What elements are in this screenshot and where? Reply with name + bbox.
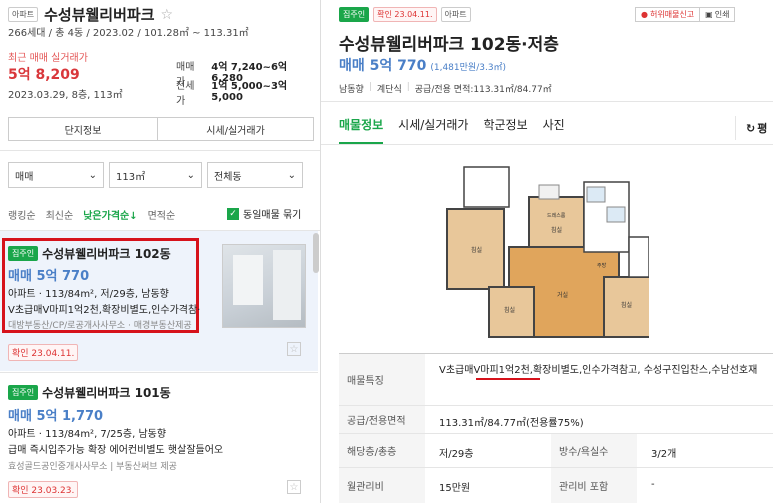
listing-price: 매매 5억 1,770 (8, 409, 104, 424)
owner-tag: 집주인 (8, 385, 39, 400)
price-history-button[interactable]: 시세/실거래가 (157, 117, 314, 141)
room-label: 드레스룸 (547, 212, 566, 219)
listing-agency: 대방부동산/CP/로공개사사무소 · 매경부동산제공 (8, 321, 192, 331)
sort-ranking[interactable]: 랭킹순 (8, 207, 36, 222)
listing-thumbnail[interactable] (222, 244, 306, 328)
room-label: 주방 (597, 262, 607, 269)
listing-title: 수성뷰웰리버파크 101동 (42, 386, 171, 400)
row-label: 관리비 포함 (551, 468, 637, 503)
owner-tag: 집주인 (339, 7, 370, 22)
area-info: 공급/전용 면적:113.31㎡/84.77㎡ (414, 85, 552, 95)
complex-info-button[interactable]: 단지정보 (8, 117, 158, 141)
chevron-down-icon: ⌄ (88, 169, 97, 181)
trade-type-select[interactable]: 매매 ⌄ (8, 162, 104, 188)
confirm-date: 확인 23.03.23. (8, 481, 79, 498)
tab-price-history[interactable]: 시세/실거래가 (398, 116, 468, 133)
row-value: 3/2개 (651, 449, 677, 460)
refresh-label[interactable]: 평 (757, 120, 767, 136)
listing-info: 아파트 · 113/84m², 7/25층, 남동향 (8, 429, 167, 440)
list-item[interactable]: 집주인 수성뷰웰리버파크 101동 매매 5억 1,770 아파트 · 113/… (0, 372, 318, 503)
direction: 남동향 (339, 85, 364, 95)
lease-range: 1억 5,000~3억 5,000 (211, 81, 288, 103)
complex-info: 266세대 / 총 4동 / 2023.02 / 101.28㎡ ~ 113.3… (8, 28, 249, 39)
info-row-fee: 월관리비 15만원 관리비 포함 - (339, 468, 773, 503)
listing-panel: 아파트 수성뷰웰리버파크 ☆ 266세대 / 총 4동 / 2023.02 / … (0, 0, 321, 503)
list-item[interactable]: 집주인 수성뷰웰리버파크 102동 매매 5억 770 아파트 · 113/84… (0, 231, 318, 371)
tab-photos[interactable]: 사진 (543, 116, 565, 133)
sort-low-price[interactable]: 낮은가격순↓ (83, 207, 137, 222)
complex-title: 수성뷰웰리버파크 (44, 6, 155, 24)
sort-area[interactable]: 면적순 (148, 207, 176, 222)
same-listing-label: 동일매물 묶기 (243, 210, 302, 221)
highlight-underline (476, 378, 540, 380)
tab-listing-info[interactable]: 매물정보 (339, 116, 383, 133)
sort-latest[interactable]: 최신순 (46, 207, 74, 222)
row-label: 매물특징 (339, 354, 425, 405)
favorite-star-icon[interactable]: ☆ (287, 480, 301, 494)
detail-price: 매매 5억 770 (339, 58, 427, 74)
room-label: 침실 (504, 306, 515, 314)
confirm-date: 확인 23.04.11. (8, 344, 79, 361)
detail-price-per-area: (1,481만원/3.3㎡) (430, 63, 507, 73)
floor-plan-image[interactable]: 침실 드레스룸 침실 거실 침실 침실 주방 (429, 157, 649, 347)
print-icon: ▣ (705, 10, 713, 19)
scrollbar[interactable] (313, 233, 319, 273)
info-row-floor: 해당층/총층 저/29층 방수/욕실수 3/2개 (339, 434, 773, 468)
favorite-star-icon[interactable]: ☆ (287, 342, 301, 356)
info-row-features: 매물특징 V초급매V마피1억2천,확장비별도,인수가격참고, 수성구진입찬스,수… (339, 354, 773, 406)
row-value: 저/29층 (439, 449, 474, 460)
room-label: 침실 (471, 246, 482, 254)
checkbox-icon[interactable]: ✓ (227, 207, 239, 220)
type-tag: 아파트 (8, 7, 39, 22)
room-label: 침실 (551, 226, 562, 234)
recent-price: 5억 8,209 (8, 67, 80, 83)
listing-info: 아파트 · 113/84m², 저/29층, 남동향 (8, 289, 169, 300)
listing-price: 매매 5억 770 (8, 269, 90, 284)
type-tag: 아파트 (440, 7, 471, 22)
tab-school-info[interactable]: 학군정보 (483, 116, 527, 133)
recent-price-label: 최근 매매 실거래가 (8, 53, 88, 64)
report-button[interactable]: ● 허위매물신고 (635, 7, 701, 22)
confirm-date: 확인 23.04.11. (373, 7, 437, 22)
owner-tag: 집주인 (8, 246, 39, 261)
listing-desc: V초급매V마피1억2천,확장비별도,인수가격참· (8, 305, 201, 316)
room-label: 거실 (557, 291, 568, 299)
siren-icon: ● (641, 10, 648, 19)
chevron-down-icon: ⌄ (186, 169, 195, 181)
row-label: 해당층/총층 (339, 434, 425, 467)
listing-title: 수성뷰웰리버파크 102동 (42, 247, 171, 261)
lease-label: 전세가 (176, 81, 195, 107)
listing-desc: 급매 즉시입주가능 확장 에어컨비별도 햇살잘들어오 (8, 445, 224, 456)
row-value: 15만원 (439, 483, 471, 494)
row-value: - (651, 479, 655, 490)
stairs-type: 계단식 (376, 85, 402, 95)
chevron-down-icon: ⌄ (287, 169, 296, 181)
refresh-icon[interactable]: ↻ (746, 122, 755, 135)
row-label: 공급/전용면적 (339, 406, 425, 433)
row-value: 113.31㎡/84.77㎡(전용률75%) (439, 418, 584, 429)
dong-select[interactable]: 전체동 ⌄ (207, 162, 303, 188)
print-button[interactable]: ▣ 인쇄 (700, 7, 736, 22)
room-label: 침실 (621, 301, 632, 309)
detail-title: 수성뷰웰리버파크 102동·저층 (339, 35, 559, 55)
recent-date: 2023.03.29, 8층, 113㎡ (8, 90, 123, 101)
listing-agency: 효성골드공인중개사사무소 | 부동산써브 제공 (8, 462, 177, 472)
favorite-star-icon[interactable]: ☆ (161, 7, 174, 23)
info-row-area: 공급/전용면적 113.31㎡/84.77㎡(전용률75%) (339, 406, 773, 434)
row-label: 방수/욕실수 (551, 434, 637, 467)
row-label: 월관리비 (339, 468, 425, 503)
row-value: V초급매V마피1억2천,확장비별도,인수가격참고, 수성구진입찬스,수남선호재 (439, 365, 758, 376)
area-select[interactable]: 113㎡ ⌄ (109, 162, 202, 188)
